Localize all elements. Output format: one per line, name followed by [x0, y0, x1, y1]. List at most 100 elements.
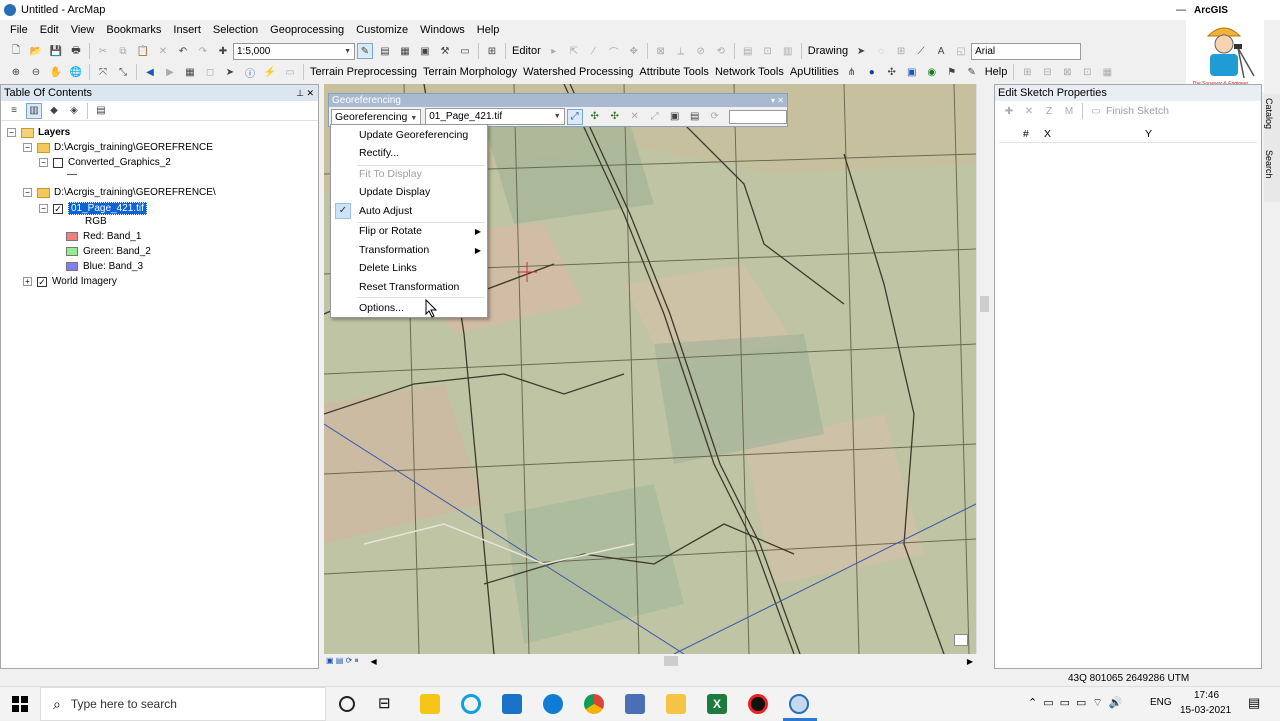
- scale-combo[interactable]: 1:5,000 ▼: [233, 42, 355, 60]
- terrain-preprocessing-menu[interactable]: Terrain Preprocessing: [307, 66, 420, 78]
- fixed-zoom-out-icon[interactable]: ⤡: [115, 64, 131, 80]
- callout-icon[interactable]: ◱: [953, 43, 969, 59]
- scroll-thumb[interactable]: [980, 296, 989, 312]
- toc-layers-row[interactable]: − Layers: [7, 127, 70, 138]
- pin-close-icon[interactable]: ⊥ ✕: [296, 88, 318, 99]
- straight-segment-icon[interactable]: ∕: [586, 43, 602, 59]
- m-icon[interactable]: M: [1061, 103, 1077, 119]
- task-view-icon[interactable]: ⊟: [378, 694, 391, 712]
- globe-icon[interactable]: ◉: [924, 64, 940, 80]
- list-by-visibility-icon[interactable]: ◆: [46, 103, 62, 119]
- menu-customize[interactable]: Customize: [350, 24, 414, 36]
- edge-icon[interactable]: [543, 694, 563, 714]
- line-draw-icon[interactable]: ⟋: [913, 43, 929, 59]
- select-link-icon[interactable]: ✣: [587, 109, 603, 125]
- arctoolbox-icon[interactable]: ⚒: [437, 43, 453, 59]
- layout-icon-1[interactable]: ⊞: [1019, 64, 1035, 80]
- identify-icon[interactable]: ⓘ: [242, 64, 258, 80]
- list-by-drawing-order-icon[interactable]: ≡: [6, 103, 22, 119]
- toc-raster-row[interactable]: − ✓ 01_Page_421.tif: [39, 202, 147, 215]
- zoom-in-icon[interactable]: ⊕: [8, 64, 24, 80]
- clock-time[interactable]: 17:46: [1194, 690, 1219, 701]
- trace-icon[interactable]: ⌒: [606, 43, 622, 59]
- georef-input[interactable]: [728, 109, 787, 124]
- search-window-icon[interactable]: ▣: [417, 43, 433, 59]
- edit-annotation-icon[interactable]: ⇱: [566, 43, 582, 59]
- toc-folder1-row[interactable]: − D:\Acrgis_training\GEOREFRENCE: [23, 142, 213, 153]
- arcmap-taskbar-icon[interactable]: [789, 694, 809, 714]
- georeferencing-menu-button[interactable]: Georeferencing ▼: [331, 108, 422, 125]
- language-indicator[interactable]: ENG: [1150, 697, 1172, 708]
- cortana-app-icon[interactable]: [461, 694, 481, 714]
- menu-windows[interactable]: Windows: [414, 24, 471, 36]
- split-icon[interactable]: ⊠: [653, 43, 669, 59]
- sketch-props-icon[interactable]: ⊡: [760, 43, 776, 59]
- menu-item-delete-links[interactable]: Delete Links: [331, 259, 487, 277]
- collapse-icon[interactable]: −: [7, 128, 16, 137]
- attribute-tools-menu[interactable]: Attribute Tools: [636, 66, 712, 78]
- map-vertical-scrollbar[interactable]: [976, 84, 992, 654]
- point-tool-icon[interactable]: ●: [864, 64, 880, 80]
- open-icon[interactable]: 📂: [28, 43, 44, 59]
- cut-polygon-icon[interactable]: ⊘: [693, 43, 709, 59]
- windows-start-icon[interactable]: [12, 696, 28, 712]
- add-control-points-icon[interactable]: ⤢: [566, 108, 583, 125]
- menu-insert[interactable]: Insert: [167, 24, 207, 36]
- attributes-icon[interactable]: ▤: [740, 43, 756, 59]
- delete-vertex-icon[interactable]: ✕: [1021, 103, 1037, 119]
- cut-icon[interactable]: ✂: [95, 43, 111, 59]
- georef-layer-combo[interactable]: 01_Page_421.tif ▼: [425, 108, 565, 125]
- clear-selection-icon[interactable]: ◻: [202, 64, 218, 80]
- menu-item-auto-adjust[interactable]: ✓ Auto Adjust: [331, 202, 487, 220]
- rotate-georef-icon[interactable]: ⤢: [647, 109, 663, 125]
- layout-icon-2[interactable]: ⊟: [1039, 64, 1055, 80]
- finish-sketch-button[interactable]: Finish Sketch: [1106, 105, 1169, 117]
- select-features-icon[interactable]: ▦: [182, 64, 198, 80]
- scroll-right-icon[interactable]: ▶: [967, 657, 973, 666]
- zoom-out-icon[interactable]: ⊖: [28, 64, 44, 80]
- html-popup-icon[interactable]: ▭: [282, 64, 298, 80]
- insert-vertex-icon[interactable]: ✚: [1001, 103, 1017, 119]
- link-table-icon[interactable]: ▤: [687, 109, 703, 125]
- fixed-zoom-in-icon[interactable]: ⤧: [95, 64, 111, 80]
- select-elements-icon[interactable]: ➤: [853, 43, 869, 59]
- scroll-thumb-h[interactable]: [664, 656, 678, 666]
- menu-selection[interactable]: Selection: [207, 24, 264, 36]
- network-tools-menu[interactable]: Network Tools: [712, 66, 787, 78]
- batch-point-icon[interactable]: ▣: [904, 64, 920, 80]
- recorder-icon[interactable]: [748, 694, 768, 714]
- visibility-checkbox[interactable]: ✓: [37, 276, 47, 287]
- menu-item-options[interactable]: Options...: [331, 299, 487, 317]
- undo-icon[interactable]: ↶: [175, 43, 191, 59]
- pencil-icon[interactable]: ✎: [964, 64, 980, 80]
- visibility-checkbox[interactable]: ✓: [53, 203, 63, 214]
- clock-date[interactable]: 15-03-2021: [1180, 705, 1231, 716]
- pan-icon[interactable]: ✋: [48, 64, 64, 80]
- layout-icon-5[interactable]: ▦: [1099, 64, 1115, 80]
- file-explorer-icon[interactable]: [666, 694, 686, 714]
- collapse-icon[interactable]: −: [39, 204, 48, 213]
- zoom-to-link-icon[interactable]: ✣: [607, 109, 623, 125]
- collapse-icon[interactable]: −: [39, 158, 48, 167]
- forward-icon[interactable]: ▶: [162, 64, 178, 80]
- back-icon[interactable]: ◀: [142, 64, 158, 80]
- zoom-whole-page-icon[interactable]: ⊞: [893, 43, 909, 59]
- layout-icon-4[interactable]: ⊡: [1079, 64, 1095, 80]
- point-icon[interactable]: ✥: [626, 43, 642, 59]
- collapse-icon[interactable]: −: [23, 188, 32, 197]
- rotate-element-icon[interactable]: ◌: [873, 43, 889, 59]
- sticky-notes-icon[interactable]: [420, 694, 440, 714]
- viewer-icon[interactable]: ▣: [667, 109, 683, 125]
- expand-icon[interactable]: +: [23, 277, 32, 286]
- menu-item-update-display[interactable]: Update Display: [331, 183, 487, 201]
- excel-icon[interactable]: X: [707, 694, 727, 714]
- editor-menu[interactable]: Editor: [509, 45, 544, 57]
- close-icon[interactable]: ▾ ✕: [771, 96, 784, 105]
- notifications-icon[interactable]: ▤: [1248, 695, 1260, 711]
- chrome-icon[interactable]: [584, 694, 604, 714]
- rotate-tool-icon[interactable]: ⟳: [707, 109, 723, 125]
- text-icon[interactable]: A: [933, 43, 949, 59]
- menu-view[interactable]: View: [65, 24, 101, 36]
- catalog-tab[interactable]: Catalog: [1264, 94, 1274, 146]
- search-tab[interactable]: Search: [1264, 146, 1274, 198]
